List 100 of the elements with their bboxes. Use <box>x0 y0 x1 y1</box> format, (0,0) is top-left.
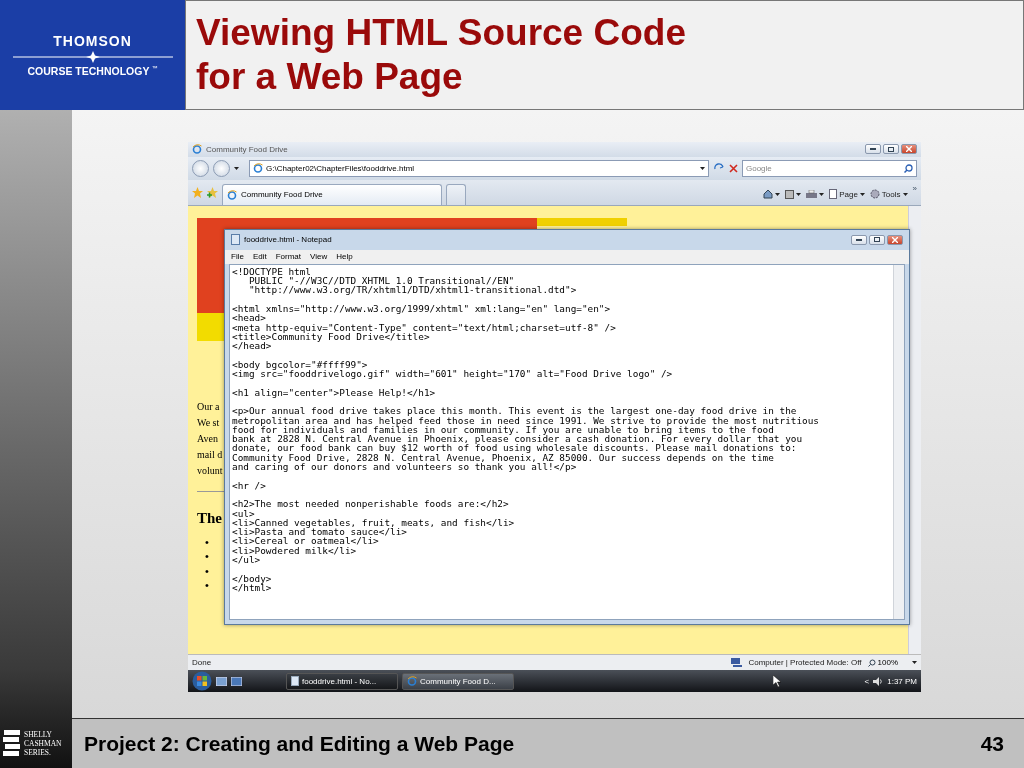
window-title: fooddrive.html - Notepad <box>244 235 333 245</box>
ie-icon <box>253 163 263 174</box>
code-line: </body> <box>232 573 273 583</box>
clock: 1:37 PM <box>887 676 917 686</box>
start-button[interactable] <box>192 671 212 692</box>
code-line: "http://www.w3.org/TR/xhtml1/DTD/xhtml1-transitional.dtd"> <box>247 285 578 295</box>
gear-icon <box>869 189 880 200</box>
minimize-icon <box>870 148 876 151</box>
code-line: <h1 align="center">Please Help!</h1> <box>232 387 437 397</box>
page-icon <box>829 189 838 200</box>
ie-icon <box>227 189 237 200</box>
code-line: <li>Pasta and tomato sauce</li> <box>232 527 407 537</box>
security-zone-text: Computer | Protected Mode: Off <box>748 658 862 668</box>
caret-icon <box>234 166 239 170</box>
star-line-icon <box>12 51 173 63</box>
code-line: <!DOCTYPE html <box>232 266 313 277</box>
slide-title: Viewing HTML Source Code <box>196 11 687 55</box>
list-bullet: • <box>205 549 209 564</box>
page-heading: The <box>197 509 222 527</box>
code-line: donate, our food bank can buy $12 worth of food using wholesale discounts. Please mail donations to: <box>232 443 797 453</box>
code-line: <li>Canned vegetables, fruit, meats, and fish</li> <box>232 517 516 528</box>
zoom-button[interactable]: 100% <box>867 658 906 668</box>
caret-icon <box>775 192 781 196</box>
more-chevron[interactable]: » <box>912 183 917 193</box>
address-field[interactable]: G:\Chapter02\ChapterFiles\fooddrive.html <box>249 159 709 177</box>
add-favorite-icon[interactable] <box>207 186 218 198</box>
cursor-icon <box>772 675 781 688</box>
desktop-icon[interactable] <box>216 676 227 686</box>
menu-item[interactable]: Help <box>336 252 353 262</box>
caret-icon <box>700 166 705 170</box>
page-text: Aven <box>197 431 218 446</box>
page-text: Our a <box>197 399 220 414</box>
window-switch-icon[interactable] <box>231 676 242 686</box>
command-button[interactable]: Tools <box>869 189 908 200</box>
code-line: <head> <box>232 313 266 323</box>
close-button[interactable] <box>901 144 917 155</box>
page-text: We st <box>197 415 220 430</box>
ie-icon <box>192 144 202 155</box>
books-icon <box>3 728 21 758</box>
toolbar-icon-button[interactable] <box>785 189 802 199</box>
menu-item[interactable]: Edit <box>252 252 267 262</box>
search-field[interactable]: Google <box>742 159 917 177</box>
list-bullet: • <box>205 534 209 550</box>
minimize-icon <box>856 238 862 241</box>
code-line: <li>Cereal or oatmeal</li> <box>232 536 379 546</box>
maximize-button[interactable] <box>869 234 885 245</box>
caret-icon <box>819 192 825 196</box>
code-line: metropolitan area and has helped feed those in need since 1991. We strive to provide the most nutritious <box>232 415 820 425</box>
scrollbar[interactable] <box>893 264 904 619</box>
command-button[interactable]: Page <box>829 189 865 200</box>
code-line: and caring of our donors and volunteers so thank you all!</p> <box>232 462 578 472</box>
taskbar-button[interactable]: Community Food D... <box>402 672 514 690</box>
search-icon[interactable] <box>904 163 913 173</box>
footer-title: Project 2: Creating and Editing a Web Page <box>84 731 515 756</box>
code-line: <hr /> <box>232 480 267 490</box>
tray-arrow[interactable]: < <box>864 676 870 686</box>
code-line: bank at 2828 N. Central Avenue in Phoenix, please consider a cash donation. For every dollar that you <box>232 434 804 444</box>
list-bullet: • <box>205 563 209 579</box>
notepad-icon <box>231 234 240 246</box>
feed-icon <box>785 189 795 199</box>
menu-item[interactable]: Format <box>275 252 302 262</box>
stop-icon[interactable] <box>729 163 738 173</box>
ie-icon <box>407 676 417 687</box>
code-line: <img src="fooddrivelogo.gif" width="601" height="170" alt="Food Drive logo" /> <box>232 369 674 379</box>
code-line: Community Food Drive, 2828 N. Central Avenue, Phoenix, AZ 85000. Our success depends on the time <box>232 452 775 462</box>
code-line: <h2>The most needed nonperishable foods are:</h2> <box>232 499 510 509</box>
taskbar-button[interactable]: fooddrive.html - No... <box>286 672 398 690</box>
caret-icon <box>902 192 908 196</box>
close-icon <box>906 146 912 153</box>
maximize-button[interactable] <box>883 144 899 155</box>
volume-icon[interactable] <box>873 676 884 686</box>
page-text: volunt <box>197 463 223 478</box>
maximize-icon <box>888 146 894 152</box>
menu-item[interactable]: File <box>231 252 244 262</box>
code-line: </ul> <box>232 555 262 565</box>
logo-brand: THOMSON <box>53 33 132 49</box>
code-line: </head> <box>232 341 272 351</box>
browser-tab[interactable]: Community Food Drive <box>222 183 442 205</box>
page-text: mail d <box>197 447 223 462</box>
computer-icon <box>731 658 743 668</box>
caret-icon <box>796 192 802 196</box>
minimize-button[interactable] <box>851 234 867 245</box>
code-line: <ul> <box>232 508 256 518</box>
menu-item[interactable]: View <box>310 252 328 262</box>
toolbar-icon-button[interactable] <box>763 189 781 200</box>
page-number: 43 <box>980 731 1004 756</box>
close-button[interactable] <box>887 234 903 245</box>
zoom-icon <box>867 658 876 667</box>
code-line: <meta http-equiv="Content-Type" content="text/html;charset=utf-8" /> <box>232 322 617 332</box>
list-bullet: • <box>205 578 209 593</box>
notepad-icon <box>291 676 299 687</box>
star-icon[interactable] <box>192 186 203 198</box>
toolbar-icon-button[interactable] <box>806 189 825 199</box>
printer-icon <box>806 189 818 199</box>
caret-icon <box>912 661 917 665</box>
code-line: <body bgcolor="#ffff99"> <box>232 359 369 370</box>
home-icon <box>763 189 774 200</box>
code-line: PUBLIC "-//W3C//DTD XHTML 1.0 Transitional//EN" <box>247 276 515 286</box>
slide-title: for a Web Page <box>196 55 464 99</box>
minimize-button[interactable] <box>865 144 881 155</box>
